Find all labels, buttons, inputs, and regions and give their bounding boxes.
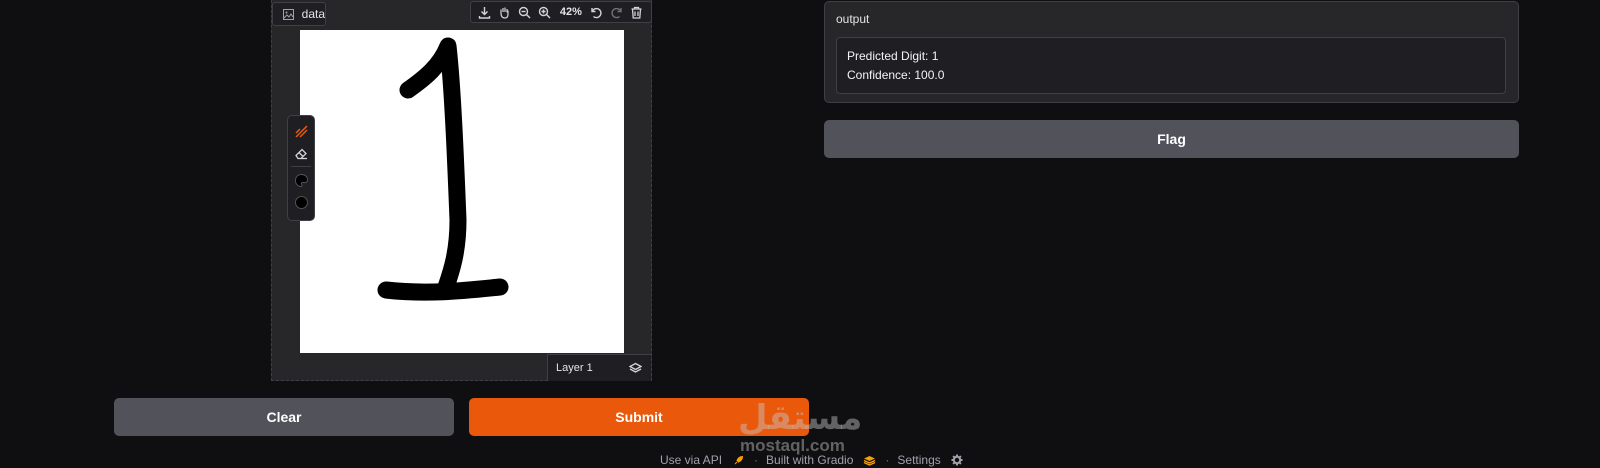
- tools-divider: [291, 166, 311, 167]
- output-label: output: [836, 12, 870, 26]
- editor-toolbar: 42%: [470, 1, 652, 23]
- output-line-confidence: Confidence: 100.0: [847, 68, 945, 82]
- redo-icon[interactable]: [609, 4, 625, 20]
- watermark-arabic: مستقل: [738, 398, 863, 438]
- footer-separator: ·: [754, 453, 759, 467]
- zoom-in-icon[interactable]: [537, 4, 553, 20]
- trash-icon[interactable]: [629, 4, 645, 20]
- gradio-logo-icon: [861, 452, 877, 468]
- zoom-level: 42%: [559, 6, 582, 18]
- rocket-icon: [730, 452, 746, 468]
- undo-icon[interactable]: [589, 4, 605, 20]
- download-icon[interactable]: [477, 4, 493, 20]
- editor-label-text: data: [301, 7, 325, 21]
- output-line-prediction: Predicted Digit: 1: [847, 49, 939, 63]
- drawn-digit: [377, 37, 509, 301]
- gear-icon[interactable]: [949, 452, 965, 468]
- clear-button[interactable]: Clear: [114, 398, 454, 436]
- layer-selector[interactable]: Layer 1: [547, 354, 651, 381]
- footer-separator: ·: [885, 453, 890, 467]
- api-link[interactable]: Use via API: [660, 453, 722, 467]
- layers-icon[interactable]: [627, 360, 643, 376]
- pan-icon[interactable]: [497, 4, 513, 20]
- eraser-icon[interactable]: [291, 142, 311, 164]
- layer-label: Layer 1: [556, 362, 593, 374]
- brush-size-icon[interactable]: [291, 191, 311, 213]
- color-palette-icon[interactable]: [291, 169, 311, 191]
- editor-label: data: [272, 2, 326, 26]
- zoom-out-icon[interactable]: [517, 4, 533, 20]
- flag-button[interactable]: Flag: [824, 120, 1519, 158]
- settings-link[interactable]: Settings: [897, 453, 940, 467]
- image-icon: [281, 6, 296, 22]
- brush-icon[interactable]: [291, 120, 311, 142]
- footer: Use via API · Built with Gradio · Settin…: [660, 452, 965, 468]
- gradio-link[interactable]: Built with Gradio: [766, 453, 853, 467]
- output-textbox[interactable]: Predicted Digit: 1 Confidence: 100.0: [836, 37, 1506, 94]
- drawing-canvas[interactable]: [300, 30, 624, 353]
- drawing-tools: [287, 115, 315, 221]
